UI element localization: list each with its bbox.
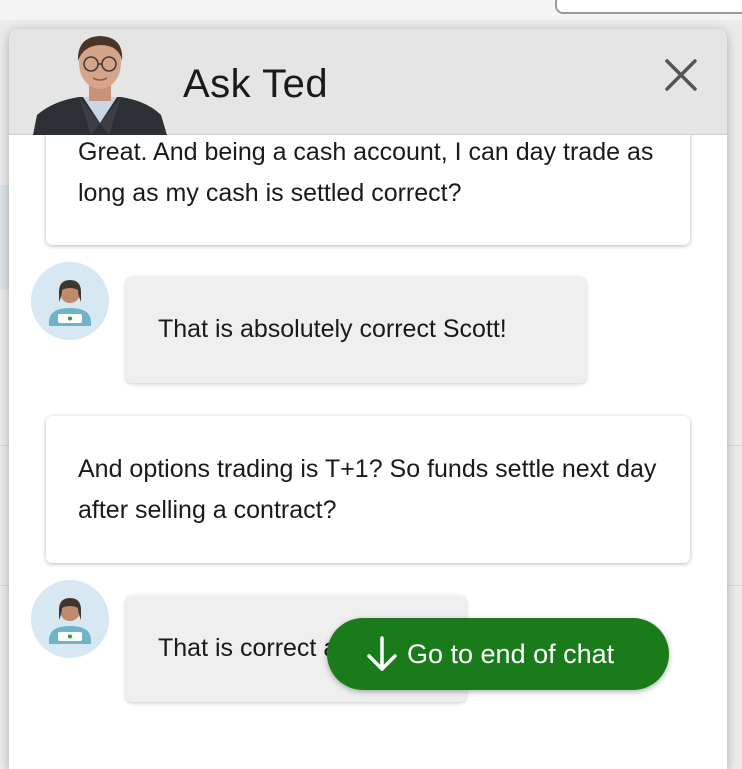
message-text: That is absolutely correct Scott! [158, 315, 507, 343]
close-icon[interactable] [659, 53, 703, 97]
go-to-end-label: Go to end of chat [407, 639, 615, 669]
message-text: And options trading is T+1? So funds set… [78, 455, 657, 524]
message-text: Great. And being a cash account, I can d… [78, 138, 654, 207]
agent-avatar-icon [31, 262, 109, 340]
chat-header: Ask Ted [9, 29, 727, 135]
chat-title: Ask Ted [183, 62, 329, 106]
agent-message: That is absolutely correct Scott! [126, 277, 586, 383]
arrow-down-icon [367, 636, 397, 671]
ted-avatar [33, 36, 167, 135]
agent-avatar-icon [31, 580, 109, 658]
user-message: Great. And being a cash account, I can d… [46, 135, 690, 245]
go-to-end-button[interactable]: Go to end of chat [327, 618, 669, 690]
background-search-field [555, 0, 742, 14]
user-message: And options trading is T+1? So funds set… [46, 416, 690, 563]
